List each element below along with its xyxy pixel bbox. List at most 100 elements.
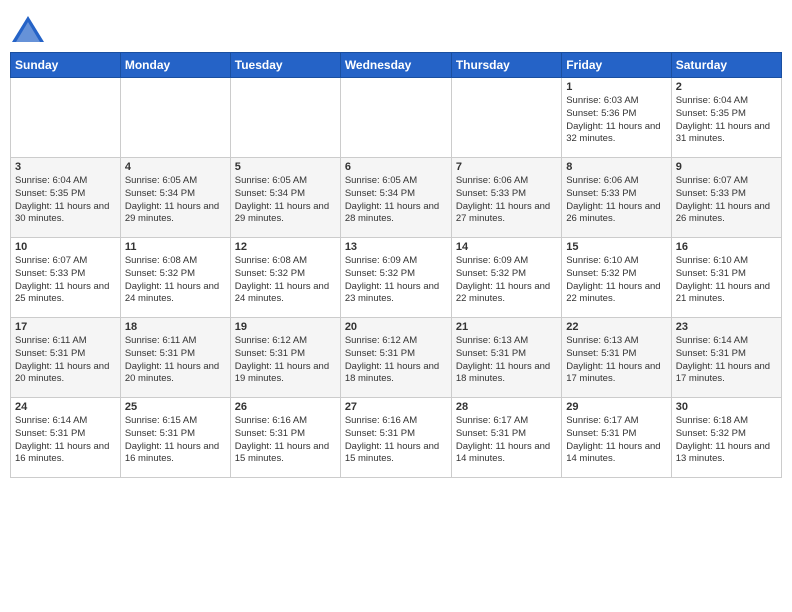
- sunset-text: Sunset: 5:33 PM: [566, 188, 666, 201]
- sunset-text: Sunset: 5:33 PM: [676, 188, 777, 201]
- day-number: 10: [15, 241, 116, 253]
- day-info: Sunrise: 6:14 AMSunset: 5:31 PMDaylight:…: [15, 415, 116, 466]
- calendar-cell: 2Sunrise: 6:04 AMSunset: 5:35 PMDaylight…: [671, 78, 781, 158]
- calendar-day-header: Sunday: [11, 53, 121, 78]
- day-info: Sunrise: 6:11 AMSunset: 5:31 PMDaylight:…: [15, 335, 116, 386]
- day-info: Sunrise: 6:03 AMSunset: 5:36 PMDaylight:…: [566, 95, 666, 146]
- daylight-text: Daylight: 11 hours and 20 minutes.: [15, 361, 116, 387]
- day-info: Sunrise: 6:17 AMSunset: 5:31 PMDaylight:…: [566, 415, 666, 466]
- daylight-text: Daylight: 11 hours and 16 minutes.: [15, 441, 116, 467]
- calendar-week-row: 17Sunrise: 6:11 AMSunset: 5:31 PMDayligh…: [11, 318, 782, 398]
- daylight-text: Daylight: 11 hours and 19 minutes.: [235, 361, 336, 387]
- day-number: 24: [15, 401, 116, 413]
- day-info: Sunrise: 6:15 AMSunset: 5:31 PMDaylight:…: [125, 415, 226, 466]
- day-number: 17: [15, 321, 116, 333]
- daylight-text: Daylight: 11 hours and 16 minutes.: [125, 441, 226, 467]
- sunrise-text: Sunrise: 6:05 AM: [345, 175, 447, 188]
- calendar-cell: 26Sunrise: 6:16 AMSunset: 5:31 PMDayligh…: [230, 398, 340, 478]
- sunset-text: Sunset: 5:31 PM: [235, 348, 336, 361]
- daylight-text: Daylight: 11 hours and 25 minutes.: [15, 281, 116, 307]
- daylight-text: Daylight: 11 hours and 24 minutes.: [125, 281, 226, 307]
- day-number: 15: [566, 241, 666, 253]
- daylight-text: Daylight: 11 hours and 15 minutes.: [235, 441, 336, 467]
- sunrise-text: Sunrise: 6:03 AM: [566, 95, 666, 108]
- daylight-text: Daylight: 11 hours and 23 minutes.: [345, 281, 447, 307]
- daylight-text: Daylight: 11 hours and 18 minutes.: [345, 361, 447, 387]
- sunset-text: Sunset: 5:31 PM: [15, 428, 116, 441]
- sunset-text: Sunset: 5:32 PM: [125, 268, 226, 281]
- calendar-day-header: Monday: [120, 53, 230, 78]
- day-info: Sunrise: 6:09 AMSunset: 5:32 PMDaylight:…: [345, 255, 447, 306]
- calendar-cell: 23Sunrise: 6:14 AMSunset: 5:31 PMDayligh…: [671, 318, 781, 398]
- day-info: Sunrise: 6:08 AMSunset: 5:32 PMDaylight:…: [235, 255, 336, 306]
- day-number: 9: [676, 161, 777, 173]
- calendar-cell: 3Sunrise: 6:04 AMSunset: 5:35 PMDaylight…: [11, 158, 121, 238]
- day-info: Sunrise: 6:17 AMSunset: 5:31 PMDaylight:…: [456, 415, 557, 466]
- sunrise-text: Sunrise: 6:05 AM: [125, 175, 226, 188]
- calendar-cell: 1 Sunrise: 6:03 AMSunset: 5:36 PMDaylight…: [562, 78, 671, 158]
- day-info: Sunrise: 6:06 AMSunset: 5:33 PMDaylight:…: [566, 175, 666, 226]
- sunrise-text: Sunrise: 6:11 AM: [15, 335, 116, 348]
- logo: [10, 14, 50, 44]
- sunrise-text: Sunrise: 6:15 AM: [125, 415, 226, 428]
- daylight-text: Daylight: 11 hours and 26 minutes.: [566, 201, 666, 227]
- daylight-text: Daylight: 11 hours and 13 minutes.: [676, 441, 777, 467]
- day-info: Sunrise: 6:05 AMSunset: 5:34 PMDaylight:…: [235, 175, 336, 226]
- daylight-text: Daylight: 11 hours and 22 minutes.: [456, 281, 557, 307]
- day-number: 30: [676, 401, 777, 413]
- calendar-cell: 22Sunrise: 6:13 AMSunset: 5:31 PMDayligh…: [562, 318, 671, 398]
- day-info: Sunrise: 6:12 AMSunset: 5:31 PMDaylight:…: [235, 335, 336, 386]
- sunset-text: Sunset: 5:31 PM: [125, 428, 226, 441]
- day-number: 29: [566, 401, 666, 413]
- day-info: Sunrise: 6:09 AMSunset: 5:32 PMDaylight:…: [456, 255, 557, 306]
- calendar-cell: 20Sunrise: 6:12 AMSunset: 5:31 PMDayligh…: [340, 318, 451, 398]
- calendar-day-header: Thursday: [451, 53, 561, 78]
- sunrise-text: Sunrise: 6:07 AM: [676, 175, 777, 188]
- calendar-cell: 16Sunrise: 6:10 AMSunset: 5:31 PMDayligh…: [671, 238, 781, 318]
- page-header: [10, 10, 782, 44]
- day-number: 16: [676, 241, 777, 253]
- calendar-cell: [340, 78, 451, 158]
- sunrise-text: Sunrise: 6:06 AM: [456, 175, 557, 188]
- logo-icon: [10, 14, 46, 44]
- daylight-text: Daylight: 11 hours and 32 minutes.: [566, 121, 666, 147]
- calendar-cell: 19 Sunrise: 6:12 AMSunset: 5:31 PMDayligh…: [230, 318, 340, 398]
- sunset-text: Sunset: 5:31 PM: [125, 348, 226, 361]
- sunrise-text: Sunrise: 6:09 AM: [345, 255, 447, 268]
- calendar-week-row: 3Sunrise: 6:04 AMSunset: 5:35 PMDaylight…: [11, 158, 782, 238]
- day-number: 8: [566, 161, 666, 173]
- day-number: 7: [456, 161, 557, 173]
- calendar-cell: 25Sunrise: 6:15 AMSunset: 5:31 PMDayligh…: [120, 398, 230, 478]
- calendar-cell: [120, 78, 230, 158]
- sunrise-text: Sunrise: 6:13 AM: [456, 335, 557, 348]
- day-info: Sunrise: 6:05 AMSunset: 5:34 PMDaylight:…: [125, 175, 226, 226]
- sunrise-text: Sunrise: 6:07 AM: [15, 255, 116, 268]
- calendar-cell: 30Sunrise: 6:18 AMSunset: 5:32 PMDayligh…: [671, 398, 781, 478]
- calendar-cell: 4 Sunrise: 6:05 AMSunset: 5:34 PMDaylight…: [120, 158, 230, 238]
- calendar-cell: 14Sunrise: 6:09 AMSunset: 5:32 PMDayligh…: [451, 238, 561, 318]
- day-number: 1: [566, 81, 666, 93]
- day-number: 4: [125, 161, 226, 173]
- calendar-day-header: Friday: [562, 53, 671, 78]
- day-number: 13: [345, 241, 447, 253]
- calendar-cell: [11, 78, 121, 158]
- daylight-text: Daylight: 11 hours and 28 minutes.: [345, 201, 447, 227]
- day-info: Sunrise: 6:04 AMSunset: 5:35 PMDaylight:…: [676, 95, 777, 146]
- sunset-text: Sunset: 5:31 PM: [456, 348, 557, 361]
- day-number: 12: [235, 241, 336, 253]
- calendar-cell: 7Sunrise: 6:06 AMSunset: 5:33 PMDaylight…: [451, 158, 561, 238]
- calendar-week-row: 24 Sunrise: 6:14 AMSunset: 5:31 PMDayligh…: [11, 398, 782, 478]
- day-number: 19: [235, 321, 336, 333]
- daylight-text: Daylight: 11 hours and 24 minutes.: [235, 281, 336, 307]
- sunset-text: Sunset: 5:31 PM: [456, 428, 557, 441]
- day-info: Sunrise: 6:07 AMSunset: 5:33 PMDaylight:…: [15, 255, 116, 306]
- calendar-cell: 27Sunrise: 6:16 AMSunset: 5:31 PMDayligh…: [340, 398, 451, 478]
- sunrise-text: Sunrise: 6:10 AM: [566, 255, 666, 268]
- day-info: Sunrise: 6:16 AMSunset: 5:31 PMDaylight:…: [235, 415, 336, 466]
- sunrise-text: Sunrise: 6:13 AM: [566, 335, 666, 348]
- sunrise-text: Sunrise: 6:17 AM: [456, 415, 557, 428]
- day-info: Sunrise: 6:16 AMSunset: 5:31 PMDaylight:…: [345, 415, 447, 466]
- sunrise-text: Sunrise: 6:04 AM: [676, 95, 777, 108]
- day-info: Sunrise: 6:07 AMSunset: 5:33 PMDaylight:…: [676, 175, 777, 226]
- day-number: 11: [125, 241, 226, 253]
